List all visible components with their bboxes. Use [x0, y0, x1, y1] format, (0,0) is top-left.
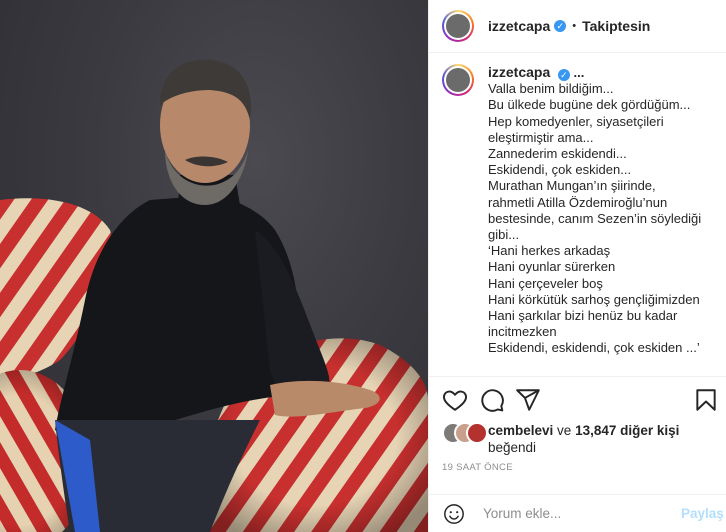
- post-header: izzetcapa ✓ • Takiptesin: [429, 0, 726, 53]
- caption-line: bestesinde, canım Sezen’in söylediği: [488, 210, 702, 226]
- verified-badge-icon: ✓: [554, 20, 567, 32]
- comment-input[interactable]: [481, 505, 675, 522]
- avatar-image: [446, 14, 470, 38]
- post-details-panel: izzetcapa ✓ • Takiptesin izzetcapa ✓ ...…: [428, 0, 726, 532]
- avatar-image: [446, 68, 470, 92]
- caption-line: gibi...: [488, 227, 520, 243]
- emoji-icon[interactable]: [443, 503, 465, 525]
- first-liker-link[interactable]: cembelevi: [488, 423, 553, 438]
- caption-more: ...: [573, 65, 585, 80]
- post-timestamp[interactable]: 19 SAAT ÖNCE: [442, 462, 513, 473]
- caption-line: Murathan Mungan’ın şiirinde,: [488, 178, 656, 194]
- likes-connector: ve: [553, 423, 576, 438]
- caption-lines: Valla benim bildiğim... Bu ülkede bugüne …: [488, 81, 701, 356]
- likes-text: cembelevi ve 13,847 diğer kişi beğendi: [488, 422, 726, 456]
- caption-line: rahmetli Atilla Özdemiroğlu’nun: [488, 194, 668, 210]
- caption-line: ‘Hani herkes arkadaş: [488, 243, 611, 259]
- caption-line: Hani körkütük sarhoş gençliğimizden: [488, 291, 700, 307]
- comment-bar: Paylaş: [429, 494, 726, 532]
- caption-line: Hani oyunlar sürerken: [488, 259, 616, 275]
- separator-dot: •: [572, 20, 577, 32]
- action-bar: [429, 376, 726, 423]
- follow-status-button[interactable]: Takiptesin: [582, 18, 650, 34]
- caption-avatar[interactable]: [442, 64, 474, 96]
- post-caption: izzetcapa ✓ ... Valla benim bildiğim... B…: [442, 64, 720, 357]
- comment-icon[interactable]: [479, 387, 505, 413]
- caption-text: izzetcapa ✓ ... Valla benim bildiğim... B…: [488, 64, 701, 357]
- post-photo[interactable]: [0, 0, 428, 532]
- others-likes-link[interactable]: 13,847 diğer kişi: [575, 423, 679, 438]
- caption-author-line: izzetcapa ✓ ...: [488, 64, 701, 81]
- caption-line: Bu ülkede bugüne dek gördüğüm...: [488, 97, 691, 113]
- caption-line: Hani şarkılar bizi henüz bu kadar: [488, 308, 678, 324]
- caption-line: Eskidendi, eskidendi, çok eskiden ...’: [488, 340, 700, 356]
- caption-username-link[interactable]: izzetcapa: [488, 64, 550, 80]
- post-comment-button[interactable]: Paylaş: [681, 506, 724, 521]
- caption-line: incitmezken: [488, 324, 557, 340]
- portrait-illustration: [0, 59, 428, 532]
- caption-line: Hep komedyenler, siyasetçileri: [488, 113, 664, 129]
- caption-line: Zannederim eskidendi...: [488, 146, 627, 162]
- liker-avatars[interactable]: [442, 422, 488, 444]
- caption-line: Valla benim bildiğim...: [488, 81, 614, 97]
- caption-line: Eskidendi, çok eskiden...: [488, 162, 632, 178]
- bookmark-icon[interactable]: [693, 387, 719, 413]
- username-link[interactable]: izzetcapa: [488, 18, 550, 34]
- verified-badge-icon: ✓: [557, 69, 570, 81]
- liker-avatar: [466, 422, 488, 444]
- instagram-post-modal: izzetcapa ✓ • Takiptesin izzetcapa ✓ ...…: [0, 0, 726, 532]
- heart-icon[interactable]: [442, 387, 468, 413]
- caption-line: eleştirmiştir ama...: [488, 129, 594, 145]
- share-icon[interactable]: [515, 387, 541, 413]
- avatar[interactable]: [442, 10, 474, 42]
- caption-line: Hani çerçeveler boş: [488, 275, 603, 291]
- likes-summary: cembelevi ve 13,847 diğer kişi beğendi: [442, 422, 726, 456]
- likes-suffix: beğendi: [488, 440, 537, 455]
